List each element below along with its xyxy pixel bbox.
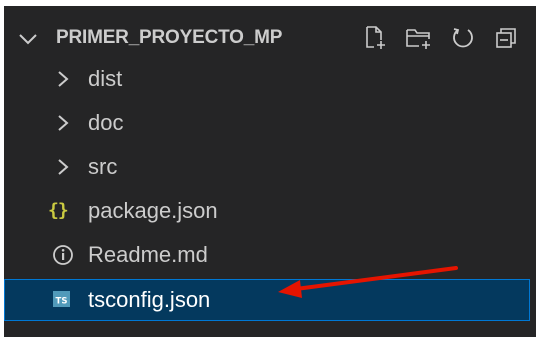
typescript-icon: TS	[52, 289, 74, 311]
project-title: PRIMER_PROYECTO_MP	[56, 27, 283, 48]
tree-item-label: Readme.md	[88, 242, 208, 267]
tree-item-label: src	[88, 154, 118, 179]
new-file-icon[interactable]	[360, 23, 390, 53]
tree-item-package-json[interactable]: {} package.json	[4, 190, 530, 232]
tree-item-label: doc	[88, 110, 124, 135]
tree-item-label: package.json	[88, 198, 218, 223]
tree-item-doc[interactable]: doc	[4, 102, 530, 144]
tree-item-label: dist	[88, 66, 123, 91]
typescript-icon-glyph: TS	[56, 297, 68, 307]
chevron-right-icon	[56, 70, 78, 92]
explorer-panel: PRIMER_PROYECTO_MP dist doc src {} packa…	[4, 6, 536, 337]
tree-item-label: tsconfig.json	[88, 287, 211, 312]
new-folder-icon[interactable]	[404, 23, 434, 53]
tree-item-dist[interactable]: dist	[4, 58, 530, 100]
chevron-down-icon[interactable]	[18, 32, 38, 51]
explorer-section-header[interactable]: PRIMER_PROYECTO_MP	[4, 18, 536, 58]
collapse-all-icon[interactable]	[492, 23, 522, 53]
tree-item-src[interactable]: src	[4, 146, 530, 188]
tree-item-tsconfig-json[interactable]: TS tsconfig.json	[4, 279, 530, 321]
refresh-icon[interactable]	[448, 23, 478, 53]
json-braces-icon: {}	[48, 200, 69, 221]
info-icon	[52, 244, 74, 266]
explorer-actions	[360, 23, 522, 53]
chevron-right-icon	[56, 114, 78, 136]
tree-item-readme-md[interactable]: Readme.md	[4, 234, 530, 276]
chevron-right-icon	[56, 158, 78, 180]
